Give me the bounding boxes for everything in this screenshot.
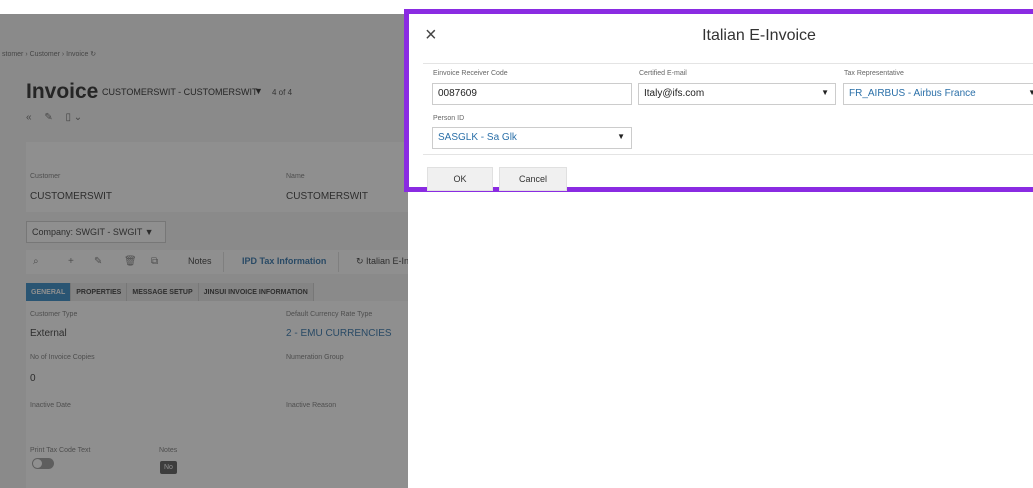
- title-icon-bar: « ✎ ▯ ⌄: [26, 112, 92, 123]
- name-label: Name: [286, 173, 305, 180]
- person-id-label: Person ID: [433, 115, 465, 122]
- customer-value: CUSTOMERSWIT: [30, 191, 113, 202]
- cancel-button[interactable]: Cancel: [499, 167, 567, 191]
- tab-jinsui-invoice[interactable]: JINSUI INVOICE INFORMATION: [198, 283, 314, 303]
- person-id-select[interactable]: SASGLK - Sa Glk ▼: [432, 127, 632, 149]
- notes-label: Notes: [159, 447, 178, 454]
- invoice-page: stomer › Customer › Invoice ↻ Invoice CU…: [0, 0, 408, 488]
- customer-label: Customer: [30, 173, 61, 180]
- toolbar: ⌕ + ✎ 🗑 ⧉ Notes IPD Tax Information ↻ It…: [26, 250, 408, 274]
- page-title: Invoice: [26, 80, 99, 103]
- tax-rep-value: FR_AIRBUS - Airbus France: [849, 88, 976, 99]
- ipd-tax-button[interactable]: IPD Tax Information: [242, 256, 326, 266]
- breadcrumb[interactable]: stomer › Customer › Invoice ↻: [2, 50, 96, 58]
- collapse-icon[interactable]: «: [26, 112, 32, 123]
- receiver-code-input[interactable]: 0087609: [432, 83, 632, 105]
- header-card: Customer CUSTOMERSWIT Name CUSTOMERSWIT: [26, 142, 408, 212]
- copies-value: 0: [30, 373, 36, 384]
- add-icon[interactable]: +: [68, 256, 74, 267]
- tab-message-setup[interactable]: MESSAGE SETUP: [127, 283, 199, 303]
- search-icon[interactable]: ⌕: [33, 256, 39, 267]
- print-tax-label: Print Tax Code Text: [30, 447, 91, 454]
- edit-icon[interactable]: ✎: [94, 256, 102, 267]
- tax-rep-label: Tax Representative: [844, 70, 904, 77]
- inactive-date-label: Inactive Date: [30, 402, 71, 409]
- email-select[interactable]: Italy@ifs.com ▼: [638, 83, 836, 105]
- document-menu-icon[interactable]: ▯ ⌄: [66, 112, 83, 123]
- top-strip: [0, 0, 408, 14]
- italian-einvoice-dialog: × Italian E-Invoice Einvoice Receiver Co…: [404, 9, 1033, 192]
- general-details: Customer Type External Default Currency …: [26, 301, 408, 488]
- chevron-down-icon[interactable]: ▼: [821, 88, 829, 97]
- tab-bar: GENERAL PROPERTIES MESSAGE SETUP JINSUI INV…: [26, 281, 314, 303]
- numeration-label: Numeration Group: [286, 354, 344, 361]
- customer-type-label: Customer Type: [30, 311, 78, 318]
- dialog-form: Einvoice Receiver Code 0087609 Certified…: [423, 63, 1033, 155]
- currency-rate-value[interactable]: 2 - EMU CURRENCIES: [286, 328, 392, 339]
- customer-type-value: External: [30, 328, 67, 339]
- email-value: Italy@ifs.com: [644, 88, 705, 99]
- name-value: CUSTOMERSWIT: [286, 191, 369, 202]
- receiver-code-label: Einvoice Receiver Code: [433, 70, 508, 77]
- attachment-icon[interactable]: ✎: [44, 112, 52, 123]
- email-label: Certified E-mail: [639, 70, 687, 77]
- toolbar-divider: [338, 252, 339, 272]
- tab-general[interactable]: GENERAL: [26, 283, 72, 303]
- company-selector[interactable]: Company: SWGIT - SWGIT ▼: [26, 221, 166, 243]
- chevron-down-icon[interactable]: ▼: [617, 132, 625, 141]
- duplicate-icon[interactable]: ⧉: [151, 256, 158, 267]
- tab-properties[interactable]: PROPERTIES: [71, 283, 128, 303]
- print-tax-toggle[interactable]: [32, 458, 54, 469]
- italian-einvoice-button[interactable]: ↻ Italian E-In: [356, 256, 408, 267]
- person-id-value: SASGLK - Sa Glk: [438, 132, 517, 143]
- chevron-down-icon[interactable]: ▼: [1028, 88, 1033, 97]
- dialog-title: Italian E-Invoice: [702, 27, 816, 44]
- currency-rate-label: Default Currency Rate Type: [286, 311, 373, 318]
- notes-badge: No: [160, 461, 177, 474]
- notes-button[interactable]: Notes: [188, 256, 212, 266]
- inactive-reason-label: Inactive Reason: [286, 402, 337, 409]
- ok-button[interactable]: OK: [427, 167, 493, 191]
- record-count: 4 of 4: [272, 88, 293, 97]
- toolbar-divider: [223, 252, 224, 272]
- copies-label: No of Invoice Copies: [30, 354, 95, 361]
- delete-icon[interactable]: 🗑: [124, 256, 137, 267]
- tax-rep-select[interactable]: FR_AIRBUS - Airbus France ▼: [843, 83, 1033, 105]
- record-selector[interactable]: CUSTOMERSWIT - CUSTOMERSWIT: [102, 87, 258, 97]
- chevron-down-icon[interactable]: ▼: [254, 86, 263, 96]
